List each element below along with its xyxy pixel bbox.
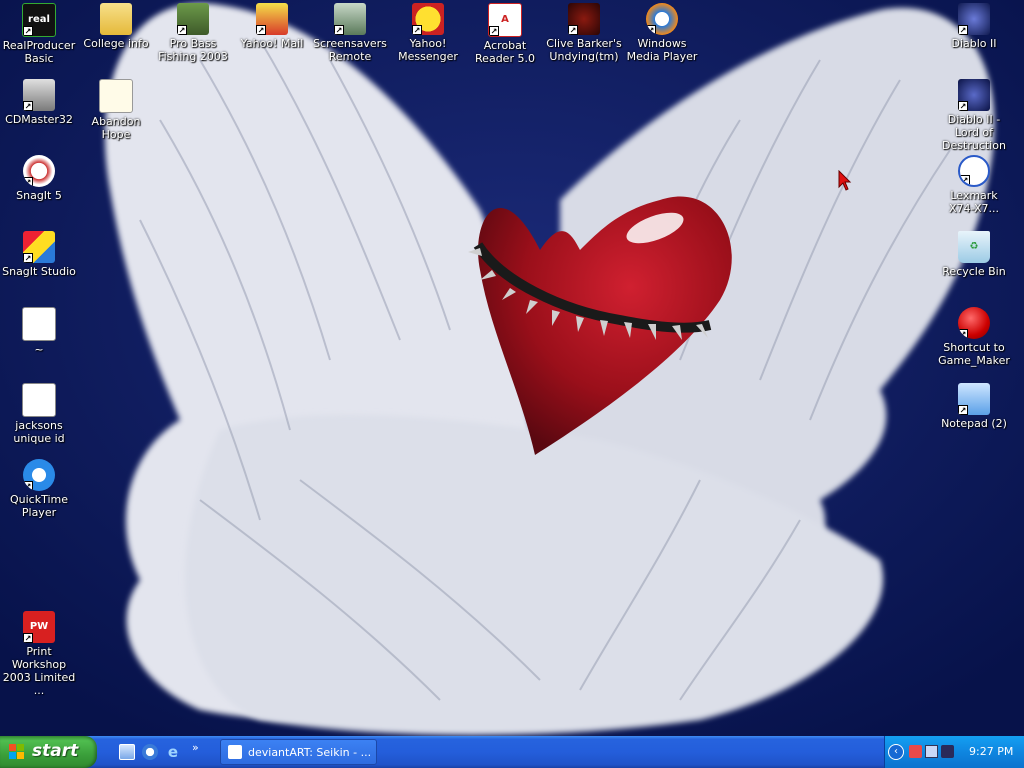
diablo-lod-icon: ↗ — [958, 79, 990, 111]
desktop-icon-undying[interactable]: ↗ Clive Barker's Undying(tm) — [546, 3, 622, 63]
start-label: start — [32, 741, 79, 761]
taskbar-button-label: deviantART: Seikin - ... — [248, 746, 372, 759]
desktop-icon-yahoo-messenger[interactable]: ↗ Yahoo! Messenger — [390, 3, 466, 63]
tray-expand-icon[interactable]: ‹ — [888, 744, 904, 760]
desktop-icon-label: College info — [83, 37, 149, 50]
desktop-icon-tilde[interactable]: ~ — [1, 307, 77, 356]
desktop-icon-label: SnagIt Studio — [2, 265, 76, 278]
desktop-icon-label: Shortcut to Game_Maker — [938, 341, 1010, 367]
desktop-icon-label: Abandon Hope — [91, 115, 141, 141]
start-button[interactable]: start — [0, 736, 97, 768]
cdmaster-icon: ↗ — [23, 79, 55, 111]
desktop-icon-diablo-ii-lod[interactable]: ↗ Diablo II - Lord of Destruction — [936, 79, 1012, 152]
taskbar: start e » deviantART: Seikin - ... ‹ 9:2… — [0, 736, 1024, 768]
desktop-icon-label: RealProducer Basic — [2, 39, 76, 65]
desktop-icon-label: Notepad (2) — [941, 417, 1007, 430]
desktop-icon-label: ~ — [34, 343, 44, 356]
desktop-icon-label: Lexmark X74-X7... — [949, 189, 999, 215]
desktop-icon-label: Clive Barker's Undying(tm) — [546, 37, 622, 63]
folder-icon — [100, 3, 132, 35]
clock[interactable]: 9:27 PM — [969, 745, 1013, 758]
tray-network-icon[interactable] — [909, 745, 922, 758]
screensaver-remote-icon: ↗ — [334, 3, 366, 35]
desktop-icon-label: Recycle Bin — [942, 265, 1006, 278]
desktop-icon-pro-bass-fishing[interactable]: ↗ Pro Bass Fishing 2003 — [155, 3, 231, 63]
quick-launch-more-icon[interactable]: » — [192, 741, 199, 754]
desktop-icon-label: Print Workshop 2003 Limited ... — [2, 645, 76, 697]
print-workshop-icon: PW ↗ — [23, 611, 55, 643]
desktop-icon-lexmark[interactable]: ↗ Lexmark X74-X7... — [936, 155, 1012, 215]
desktop-icon-snagit-studio[interactable]: ↗ SnagIt Studio — [1, 231, 77, 278]
notepad-doc-icon — [99, 79, 133, 113]
desktop-icon-label: jacksons unique id — [13, 419, 65, 445]
bass-fish-icon: ↗ — [177, 3, 209, 35]
undying-icon: ↗ — [568, 3, 600, 35]
desktop-icon-label: SnagIt 5 — [16, 189, 62, 202]
desktop-icon-college-info[interactable]: College info — [78, 3, 154, 50]
desktop-icon-label: Acrobat Reader 5.0 — [475, 39, 535, 65]
desktop-icon-print-workshop[interactable]: PW ↗ Print Workshop 2003 Limited ... — [1, 611, 77, 697]
desktop-icon-label: Pro Bass Fishing 2003 — [158, 37, 228, 63]
desktop-icon-label: Diablo II - Lord of Destruction — [942, 113, 1006, 152]
internet-explorer-icon — [228, 745, 242, 759]
quicktime-icon: ↗ — [23, 459, 55, 491]
desktop: real ↗ RealProducer Basic College info ↗ … — [0, 0, 1024, 736]
tray-speaker-icon[interactable] — [941, 745, 954, 758]
yahoo-mail-icon: ↗ — [256, 3, 288, 35]
desktop-icon-yahoo-mail[interactable]: ↗ Yahoo! Mail — [234, 3, 310, 50]
system-tray: ‹ 9:27 PM — [884, 736, 1024, 768]
windows-logo-icon — [9, 744, 24, 759]
desktop-icon-cdmaster32[interactable]: ↗ CDMaster32 — [1, 79, 77, 126]
notepad-icon: ↗ — [958, 383, 990, 415]
text-file-icon — [22, 383, 56, 417]
desktop-icon-label: CDMaster32 — [5, 113, 73, 126]
desktop-icon-label: QuickTime Player — [9, 493, 69, 519]
desktop-icon-label: Yahoo! Mail — [240, 37, 304, 50]
desktop-icon-quicktime[interactable]: ↗ QuickTime Player — [1, 459, 77, 519]
desktop-icon-jacksons-unique-id[interactable]: jacksons unique id — [1, 383, 77, 445]
media-icon[interactable] — [142, 744, 158, 760]
diablo-icon: ↗ — [958, 3, 990, 35]
desktop-icon-realproducer[interactable]: real ↗ RealProducer Basic — [1, 3, 77, 65]
window-file-icon — [22, 307, 56, 341]
lexmark-icon: ↗ — [958, 155, 990, 187]
show-desktop-icon[interactable] — [119, 744, 135, 760]
desktop-icon-recycle-bin[interactable]: ♻ Recycle Bin — [936, 231, 1012, 278]
desktop-icon-abandon-hope[interactable]: Abandon Hope — [78, 79, 154, 141]
tray-monitor-icon[interactable] — [925, 745, 938, 758]
snagit-icon: ↗ — [23, 155, 55, 187]
desktop-icon-notepad-2[interactable]: ↗ Notepad (2) — [936, 383, 1012, 430]
media-player-icon: ↗ — [646, 3, 678, 35]
realproducer-icon: real ↗ — [22, 3, 56, 37]
internet-explorer-icon[interactable]: e — [165, 744, 181, 760]
desktop-icon-windows-media-player[interactable]: ↗ Windows Media Player — [624, 3, 700, 63]
desktop-icon-label: Windows Media Player — [626, 37, 698, 63]
desktop-icon-label: Yahoo! Messenger — [398, 37, 458, 63]
game-maker-icon: ↗ — [958, 307, 990, 339]
desktop-icon-acrobat-reader[interactable]: A ↗ Acrobat Reader 5.0 — [467, 3, 543, 65]
recycle-bin-icon: ♻ — [958, 231, 990, 263]
desktop-icon-game-maker[interactable]: ↗ Shortcut to Game_Maker — [936, 307, 1012, 367]
taskbar-button-deviantart[interactable]: deviantART: Seikin - ... — [220, 739, 377, 765]
desktop-icon-snagit-5[interactable]: ↗ SnagIt 5 — [1, 155, 77, 202]
desktop-icon-screensavers-remote[interactable]: ↗ Screensavers Remote — [312, 3, 388, 63]
yahoo-messenger-icon: ↗ — [412, 3, 444, 35]
acrobat-icon: A ↗ — [488, 3, 522, 37]
desktop-icon-diablo-ii[interactable]: ↗ Diablo II — [936, 3, 1012, 50]
desktop-icon-label: Diablo II — [951, 37, 997, 50]
snagit-studio-icon: ↗ — [23, 231, 55, 263]
desktop-icon-label: Screensavers Remote — [313, 37, 387, 63]
mouse-cursor-icon — [838, 170, 852, 191]
